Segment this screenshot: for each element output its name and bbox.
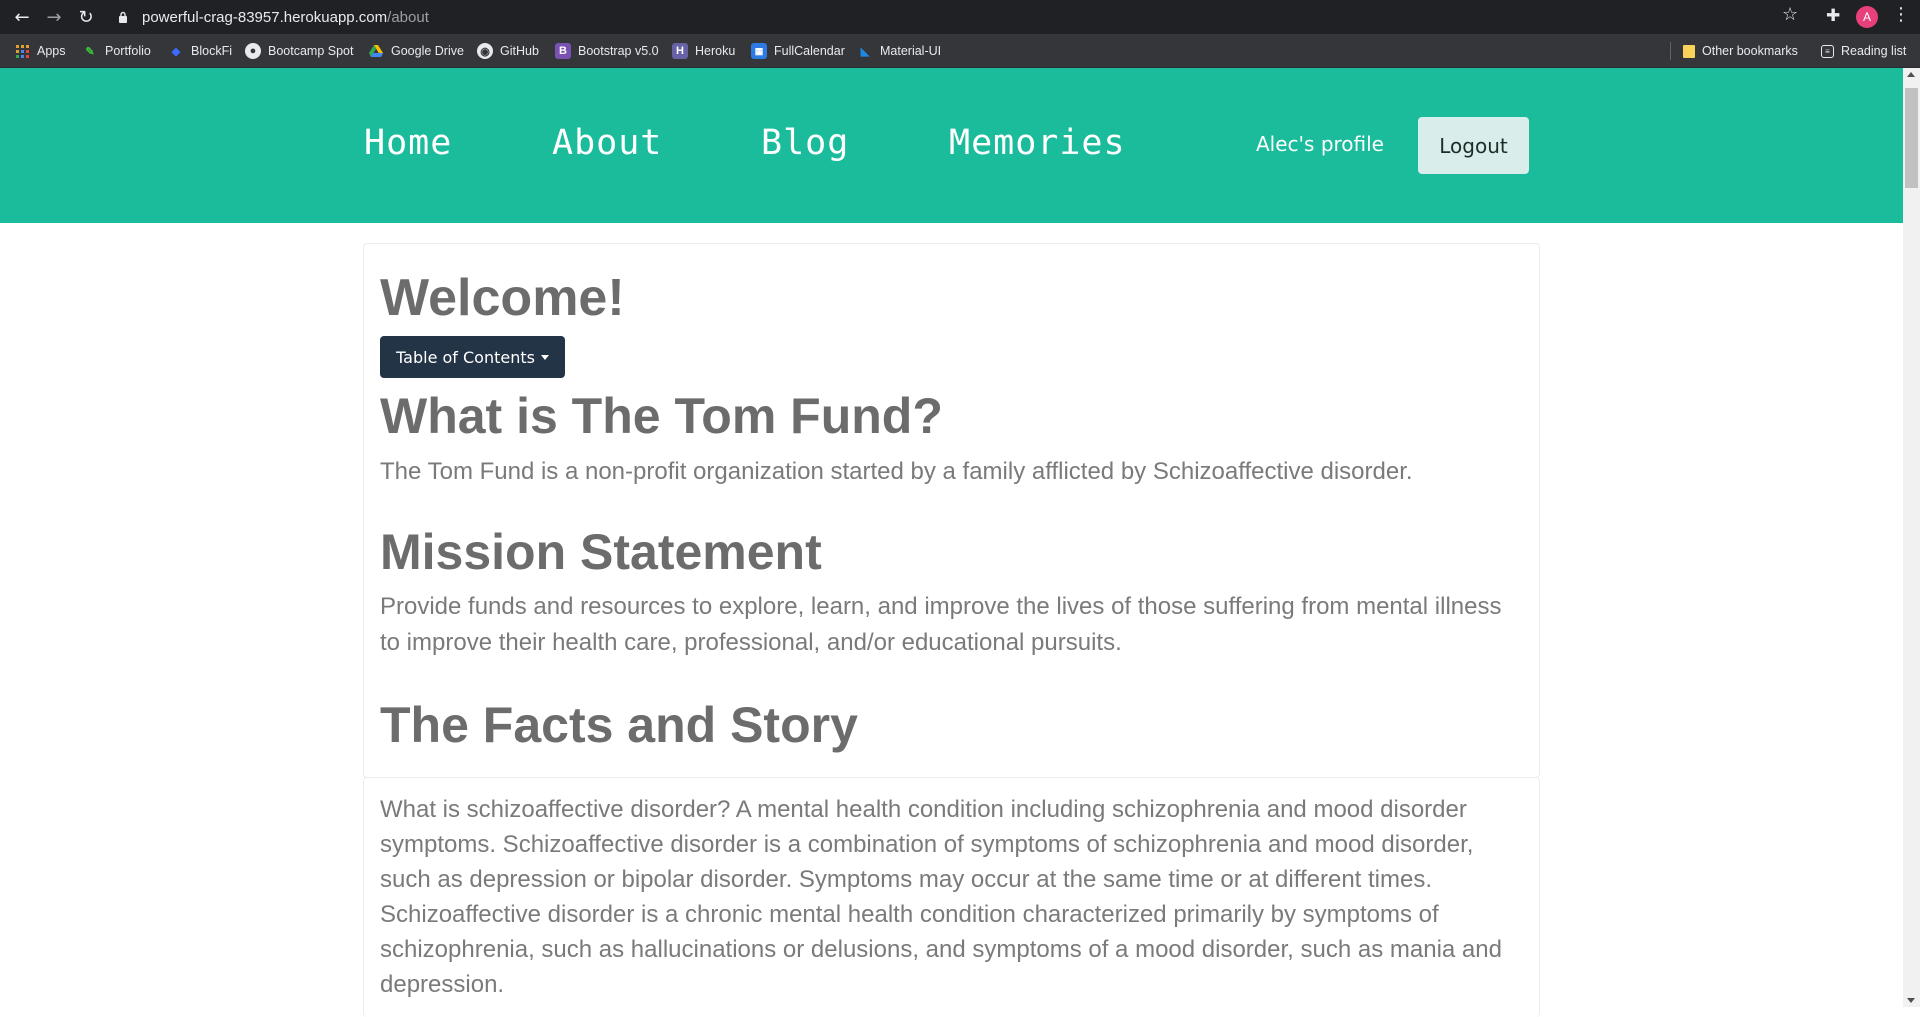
address-bar[interactable]: powerful-crag-83957.herokuapp.com/about — [110, 4, 1790, 30]
nav-about[interactable]: About — [552, 123, 662, 163]
logout-button[interactable]: Logout — [1418, 117, 1529, 174]
profile-link[interactable]: Alec's profile — [1256, 132, 1384, 156]
bookmark-apps[interactable]: Apps — [14, 34, 66, 68]
facts-heading: The Facts and Story — [380, 697, 858, 753]
table-of-contents-dropdown[interactable]: Table of Contents — [380, 336, 565, 378]
bookmark-portfolio[interactable]: ✎ Portfolio — [82, 34, 151, 68]
portfolio-icon: ✎ — [85, 45, 95, 58]
reading-list[interactable]: ≡ Reading list — [1821, 34, 1906, 68]
bookmark-bootstrap[interactable]: B Bootstrap v5.0 — [555, 34, 659, 68]
bookmark-label: GitHub — [500, 44, 539, 58]
lock-icon — [116, 10, 130, 24]
bookmark-label: Apps — [37, 44, 66, 58]
heroku-icon: H — [672, 43, 688, 59]
bookmarks-bar: Apps ✎ Portfolio ◆ BlockFi ● Bootcamp Spot … — [0, 34, 1920, 68]
google-drive-icon — [368, 43, 384, 59]
mission-text: Provide funds and resources to explore, … — [380, 593, 1502, 656]
material-ui-icon: ◣ — [860, 45, 870, 58]
bookmark-label: Google Drive — [391, 44, 464, 58]
bookmark-label: Other bookmarks — [1702, 44, 1798, 58]
bookmark-other[interactable]: Other bookmarks — [1683, 34, 1798, 68]
page-scrollbar[interactable] — [1903, 68, 1920, 1007]
bookmark-separator — [1670, 42, 1671, 60]
nav-memories[interactable]: Memories — [949, 123, 1126, 163]
page-title: Welcome! — [380, 269, 625, 327]
star-icon[interactable]: ☆ — [1782, 4, 1798, 25]
caret-down-icon — [540, 354, 549, 360]
reading-list-icon: ≡ — [1821, 44, 1834, 58]
site-navbar: Home About Blog Memories Alec's profile … — [0, 68, 1903, 223]
extensions-icon[interactable]: ✚ — [1826, 6, 1840, 26]
bootstrap-icon: B — [555, 43, 571, 59]
menu-icon[interactable]: ⋮ — [1892, 4, 1910, 25]
forward-arrow-icon[interactable]: → — [38, 0, 70, 34]
url-path: /about — [387, 8, 429, 26]
bookmark-bootcamp-spot[interactable]: ● Bootcamp Spot — [245, 34, 353, 68]
bookmark-google-drive[interactable]: Google Drive — [368, 34, 464, 68]
fullcalendar-icon: ▦ — [751, 43, 767, 59]
nav-blog[interactable]: Blog — [761, 123, 849, 163]
bookmark-material-ui[interactable]: ◣ Material-UI — [857, 34, 941, 68]
bookmark-github[interactable]: ◉ GitHub — [477, 34, 539, 68]
apps-grid-icon — [14, 43, 30, 59]
bookmark-label: BlockFi — [191, 44, 232, 58]
what-text: The Tom Fund is a non-profit organizatio… — [380, 458, 1413, 485]
what-heading: What is The Tom Fund? — [380, 388, 943, 444]
mission-heading: Mission Statement — [380, 524, 822, 580]
bookmark-label: Portfolio — [105, 44, 151, 58]
bookmark-label: Bootstrap v5.0 — [578, 44, 659, 58]
bookmark-blockfi[interactable]: ◆ BlockFi — [168, 34, 232, 68]
facts-card: What is schizoaffective disorder? A ment… — [363, 777, 1540, 1017]
bookmark-fullcalendar[interactable]: ▦ FullCalendar — [751, 34, 845, 68]
scroll-thumb[interactable] — [1905, 88, 1918, 188]
bookmark-label: Heroku — [695, 44, 736, 58]
scroll-up-icon[interactable] — [1907, 72, 1915, 77]
folder-icon — [1683, 44, 1695, 58]
bootcamp-spot-icon: ● — [245, 43, 261, 59]
url-host: powerful-crag-83957.herokuapp.com — [142, 8, 388, 26]
bookmark-label: Material-UI — [880, 44, 942, 58]
bookmark-label: Reading list — [1841, 44, 1907, 58]
reload-icon[interactable]: ↻ — [70, 0, 102, 34]
back-arrow-icon[interactable]: ← — [6, 0, 38, 34]
blockfi-icon: ◆ — [171, 45, 181, 58]
bookmark-label: FullCalendar — [774, 44, 845, 58]
bookmark-label: Bootcamp Spot — [268, 44, 354, 58]
toc-label: Table of Contents — [396, 347, 535, 367]
avatar[interactable]: A — [1856, 6, 1878, 28]
bookmark-heroku[interactable]: H Heroku — [672, 34, 735, 68]
facts-text: What is schizoaffective disorder? A ment… — [380, 796, 1502, 998]
nav-home[interactable]: Home — [364, 123, 452, 163]
scroll-down-icon[interactable] — [1907, 998, 1915, 1003]
github-icon: ◉ — [477, 43, 493, 59]
about-card: Welcome! Table of Contents What is The T… — [363, 243, 1540, 778]
